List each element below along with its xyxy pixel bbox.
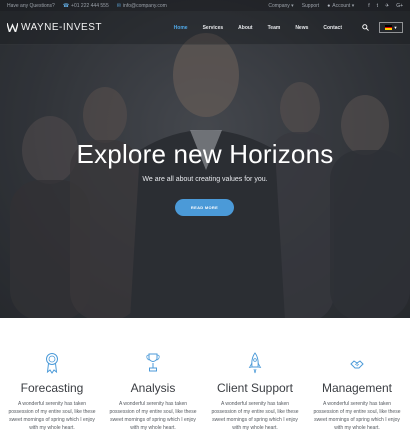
- nav-team[interactable]: Team: [268, 25, 281, 31]
- email-address: info@company.com: [122, 2, 167, 9]
- service-description: A wonderful serenity has taken possessio…: [313, 401, 401, 431]
- award-icon: [46, 353, 58, 374]
- google-plus-icon[interactable]: G+: [396, 3, 403, 9]
- search-icon[interactable]: [362, 24, 369, 31]
- social-links: f t ✈ G+: [368, 3, 403, 9]
- nav-home[interactable]: Home: [174, 25, 188, 31]
- language-selector[interactable]: ▼: [379, 22, 403, 33]
- company-menu[interactable]: Company ▾: [268, 3, 293, 9]
- nav-services[interactable]: Services: [203, 25, 224, 31]
- phone-item[interactable]: ☎ +01 222 444 555: [63, 3, 109, 9]
- service-title: Analysis: [130, 381, 176, 395]
- rocket-icon: [248, 352, 262, 374]
- top-bar: Have any Questions? ☎ +01 222 444 555 ✉ …: [0, 0, 410, 11]
- chevron-down-icon: ▼: [393, 25, 398, 30]
- handshake-icon: [350, 360, 364, 369]
- german-flag-icon: [384, 25, 392, 31]
- twitter-icon[interactable]: t: [377, 3, 378, 9]
- service-title: Forecasting: [20, 381, 84, 395]
- service-management: Management A wonderful serenity has take…: [305, 352, 409, 432]
- support-link[interactable]: Support: [302, 3, 320, 9]
- main-header: WAYNE-INVEST Home Services About Team Ne…: [0, 11, 410, 45]
- envelope-icon: ✉: [116, 2, 121, 9]
- service-title: Client Support: [216, 381, 294, 395]
- service-title: Management: [321, 381, 393, 395]
- phone-number: +01 222 444 555: [71, 2, 109, 9]
- service-client-support: Client Support A wonderful serenity has …: [203, 352, 307, 432]
- facebook-icon[interactable]: f: [368, 3, 369, 9]
- hero-subtitle: We are all about creating values for you…: [142, 176, 268, 183]
- questions-text: Have any Questions?: [7, 2, 55, 9]
- logo[interactable]: WAYNE-INVEST: [7, 22, 102, 33]
- account-menu[interactable]: ● Account ▾: [327, 3, 354, 9]
- user-icon: ●: [327, 2, 331, 9]
- read-more-button[interactable]: READ MORE: [175, 199, 234, 216]
- service-forecasting: Forecasting A wonderful serenity has tak…: [0, 352, 104, 432]
- service-description: A wonderful serenity has taken possessio…: [109, 401, 197, 431]
- tripadvisor-icon[interactable]: ✈: [385, 3, 389, 9]
- email-item[interactable]: ✉ info@company.com: [117, 3, 167, 9]
- hero-title: Explore new Horizons: [76, 139, 334, 169]
- service-description: A wonderful serenity has taken possessio…: [211, 401, 299, 431]
- service-description: A wonderful serenity has taken possessio…: [8, 401, 96, 431]
- nav-about[interactable]: About: [238, 25, 252, 31]
- nav-news[interactable]: News: [295, 25, 308, 31]
- trophy-icon: [146, 353, 160, 372]
- logo-text: WAYNE-INVEST: [21, 22, 103, 33]
- main-nav: Home Services About Team News Contact ▼: [159, 22, 403, 33]
- logo-mark-icon: [7, 23, 18, 32]
- services-section: Forecasting A wonderful serenity has tak…: [0, 318, 410, 439]
- nav-contact[interactable]: Contact: [323, 25, 342, 31]
- phone-icon: ☎: [62, 2, 70, 9]
- service-analysis: Analysis A wonderful serenity has taken …: [101, 352, 205, 432]
- account-label: Account ▾: [332, 2, 355, 9]
